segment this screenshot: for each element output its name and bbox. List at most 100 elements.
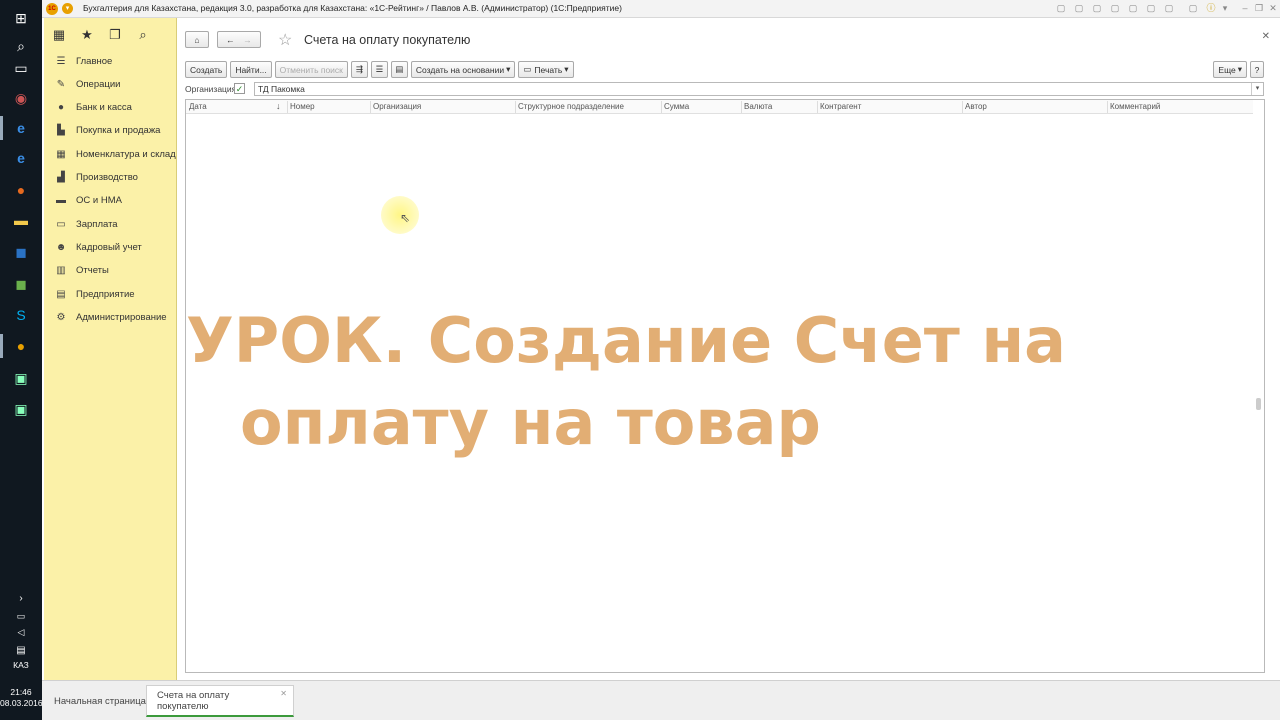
- sidebar-toolbar: ▦ ★ ❐ ⌕: [44, 18, 176, 52]
- vertical-scrollbar[interactable]: [1256, 398, 1261, 410]
- sidebar-item-operations[interactable]: ✎ Операции: [44, 74, 177, 94]
- back-arrow-icon[interactable]: ←: [226, 35, 235, 45]
- tab-invoices[interactable]: Счета на оплату покупателю ✕: [146, 685, 294, 717]
- create-button[interactable]: Создать: [185, 61, 228, 78]
- find-button[interactable]: Найти...: [230, 61, 272, 78]
- column-divider: [661, 101, 662, 113]
- sidebar-item-reports[interactable]: ▥ Отчеты: [44, 260, 177, 280]
- favorites-star-icon[interactable]: ★: [80, 27, 94, 42]
- sidebar-item-hr[interactable]: ☻ Кадровый учет: [44, 237, 177, 257]
- toolbar-icon[interactable]: ▢: [1162, 2, 1176, 15]
- print-button[interactable]: ▭ Печать ▾: [518, 61, 574, 78]
- close-tab-icon[interactable]: ✕: [280, 689, 287, 698]
- page-title: Счета на оплату покупателю: [304, 33, 471, 47]
- list-settings-icon[interactable]: ☰: [370, 61, 388, 78]
- close-form-icon[interactable]: ✕: [1262, 31, 1270, 42]
- close-window-icon[interactable]: ✕: [1266, 2, 1280, 15]
- apps-grid-icon[interactable]: ▦: [52, 27, 66, 42]
- dropdown-icon[interactable]: ▾: [1218, 2, 1232, 15]
- toolbar-icon[interactable]: ▢: [1186, 2, 1200, 15]
- taskbar-active-indicator: [0, 116, 3, 140]
- filter-settings-icon[interactable]: ⇶: [350, 61, 368, 78]
- table-header: Дата ↓ Номер Организация Структурное под…: [186, 100, 1253, 114]
- window-icon[interactable]: ▣: [9, 366, 33, 390]
- clock-time[interactable]: 21:46: [0, 687, 42, 698]
- edge-icon[interactable]: e: [9, 116, 33, 140]
- form-toolbar: Создать Найти... Отменить поиск ⇶ ☰ ▤ Со…: [185, 61, 574, 78]
- create-based-on-label: Создать на основании: [415, 64, 505, 75]
- help-button[interactable]: ?: [1250, 61, 1264, 78]
- more-button[interactable]: Еще ▾: [1213, 61, 1247, 78]
- restore-icon[interactable]: ❐: [1252, 2, 1266, 15]
- input-language[interactable]: КАЗ: [0, 660, 42, 671]
- window-icon[interactable]: ▣: [9, 397, 33, 421]
- android-icon[interactable]: ◼: [9, 272, 33, 296]
- column-header-comment[interactable]: Комментарий: [1110, 102, 1160, 111]
- sidebar-item-purchase-sale[interactable]: ▙ Покупка и продажа: [44, 120, 177, 140]
- sidebar-item-label: ОС и НМА: [76, 194, 122, 206]
- forward-arrow-icon[interactable]: →: [243, 35, 252, 45]
- tab-home-page[interactable]: Начальная страница: [44, 685, 156, 717]
- app-icon[interactable]: ◉: [9, 86, 33, 110]
- dropdown-arrow-icon[interactable]: ▾: [1251, 83, 1263, 95]
- info-icon[interactable]: ⓘ: [1204, 2, 1218, 15]
- toolbar-icon[interactable]: ▢: [1126, 2, 1140, 15]
- column-header-department[interactable]: Структурное подразделение: [518, 102, 624, 111]
- create-based-on-button[interactable]: Создать на основании ▾: [410, 61, 516, 78]
- home-button[interactable]: ⌂: [185, 31, 209, 48]
- toolbar-icon[interactable]: ▢: [1054, 2, 1068, 15]
- navigation-bar: ⌂ ← →: [185, 31, 261, 50]
- toolbar-icon[interactable]: ▢: [1144, 2, 1158, 15]
- sidebar-item-production[interactable]: ▟ Производство: [44, 167, 177, 187]
- skype-icon[interactable]: S: [9, 303, 33, 327]
- favorite-star-icon[interactable]: ☆: [278, 30, 292, 50]
- cancel-search-button[interactable]: Отменить поиск: [274, 61, 348, 78]
- main-menu-icon[interactable]: ▾: [62, 3, 73, 14]
- history-icon[interactable]: ❐: [108, 27, 122, 42]
- toolbar-icon[interactable]: ▢: [1090, 2, 1104, 15]
- column-divider: [962, 101, 963, 113]
- clock-date[interactable]: 08.03.2016: [0, 698, 43, 709]
- organization-checkbox[interactable]: ✓: [234, 83, 245, 94]
- document-icon[interactable]: ▤: [390, 61, 408, 78]
- 1c-icon[interactable]: ●: [9, 334, 33, 358]
- task-view-icon[interactable]: ▭: [9, 56, 33, 80]
- column-header-currency[interactable]: Валюта: [744, 102, 772, 111]
- sidebar-item-bank[interactable]: ● Банк и касса: [44, 97, 177, 117]
- minimize-icon[interactable]: –: [1238, 2, 1252, 15]
- windows-start-icon[interactable]: ⊞: [9, 6, 33, 30]
- ie-icon[interactable]: e: [9, 146, 33, 170]
- windows-taskbar: ⊞ ⌕ ▭ ◉ e e ● ▬ ◼ ◼ S ● ▣ ▣ › ▭ ◁ ▤ КАЗ …: [0, 0, 43, 720]
- sidebar-item-label: Операции: [76, 78, 121, 90]
- sidebar-item-label: Главное: [76, 55, 113, 67]
- sidebar-item-main[interactable]: ☰ Главное: [44, 51, 177, 71]
- column-header-counterparty[interactable]: Контрагент: [820, 102, 861, 111]
- sidebar-item-label: Банк и касса: [76, 101, 132, 113]
- folder-icon[interactable]: ▬: [9, 208, 33, 232]
- toolbar-icon[interactable]: ▢: [1072, 2, 1086, 15]
- organization-filter: Организация: ✓ ТД Пакомка ▾: [185, 82, 1265, 96]
- open-windows-bar: Начальная страница Счета на оплату покуп…: [42, 680, 1280, 720]
- organization-field[interactable]: ТД Пакомка ▾: [254, 82, 1264, 96]
- column-header-date[interactable]: Дата: [189, 102, 207, 111]
- firefox-icon[interactable]: ●: [9, 178, 33, 202]
- sidebar-item-label: Кадровый учет: [76, 241, 142, 253]
- column-header-organization[interactable]: Организация: [373, 102, 421, 111]
- cart-icon: ▙: [57, 124, 65, 136]
- toolbar-icon[interactable]: ▢: [1108, 2, 1122, 15]
- outlook-icon[interactable]: ◼: [9, 240, 33, 264]
- form-toolbar-right: Еще ▾ ?: [1213, 61, 1264, 78]
- column-divider: [741, 101, 742, 113]
- search-icon[interactable]: ⌕: [136, 27, 150, 42]
- sidebar-item-fixed-assets[interactable]: ▬ ОС и НМА: [44, 190, 177, 210]
- sidebar-item-label: Производство: [76, 171, 138, 183]
- column-header-amount[interactable]: Сумма: [664, 102, 689, 111]
- sidebar-item-administration[interactable]: ⚙ Администрирование: [44, 307, 177, 327]
- column-header-number[interactable]: Номер: [290, 102, 315, 111]
- notification-icon[interactable]: ▤: [9, 638, 33, 662]
- search-icon[interactable]: ⌕: [9, 34, 33, 58]
- column-header-author[interactable]: Автор: [965, 102, 987, 111]
- sidebar-item-salary[interactable]: ▭ Зарплата: [44, 214, 177, 234]
- sidebar-item-nomenclature[interactable]: ▦ Номенклатура и склад: [44, 144, 177, 164]
- sidebar-item-enterprise[interactable]: ▤ Предприятие: [44, 284, 177, 304]
